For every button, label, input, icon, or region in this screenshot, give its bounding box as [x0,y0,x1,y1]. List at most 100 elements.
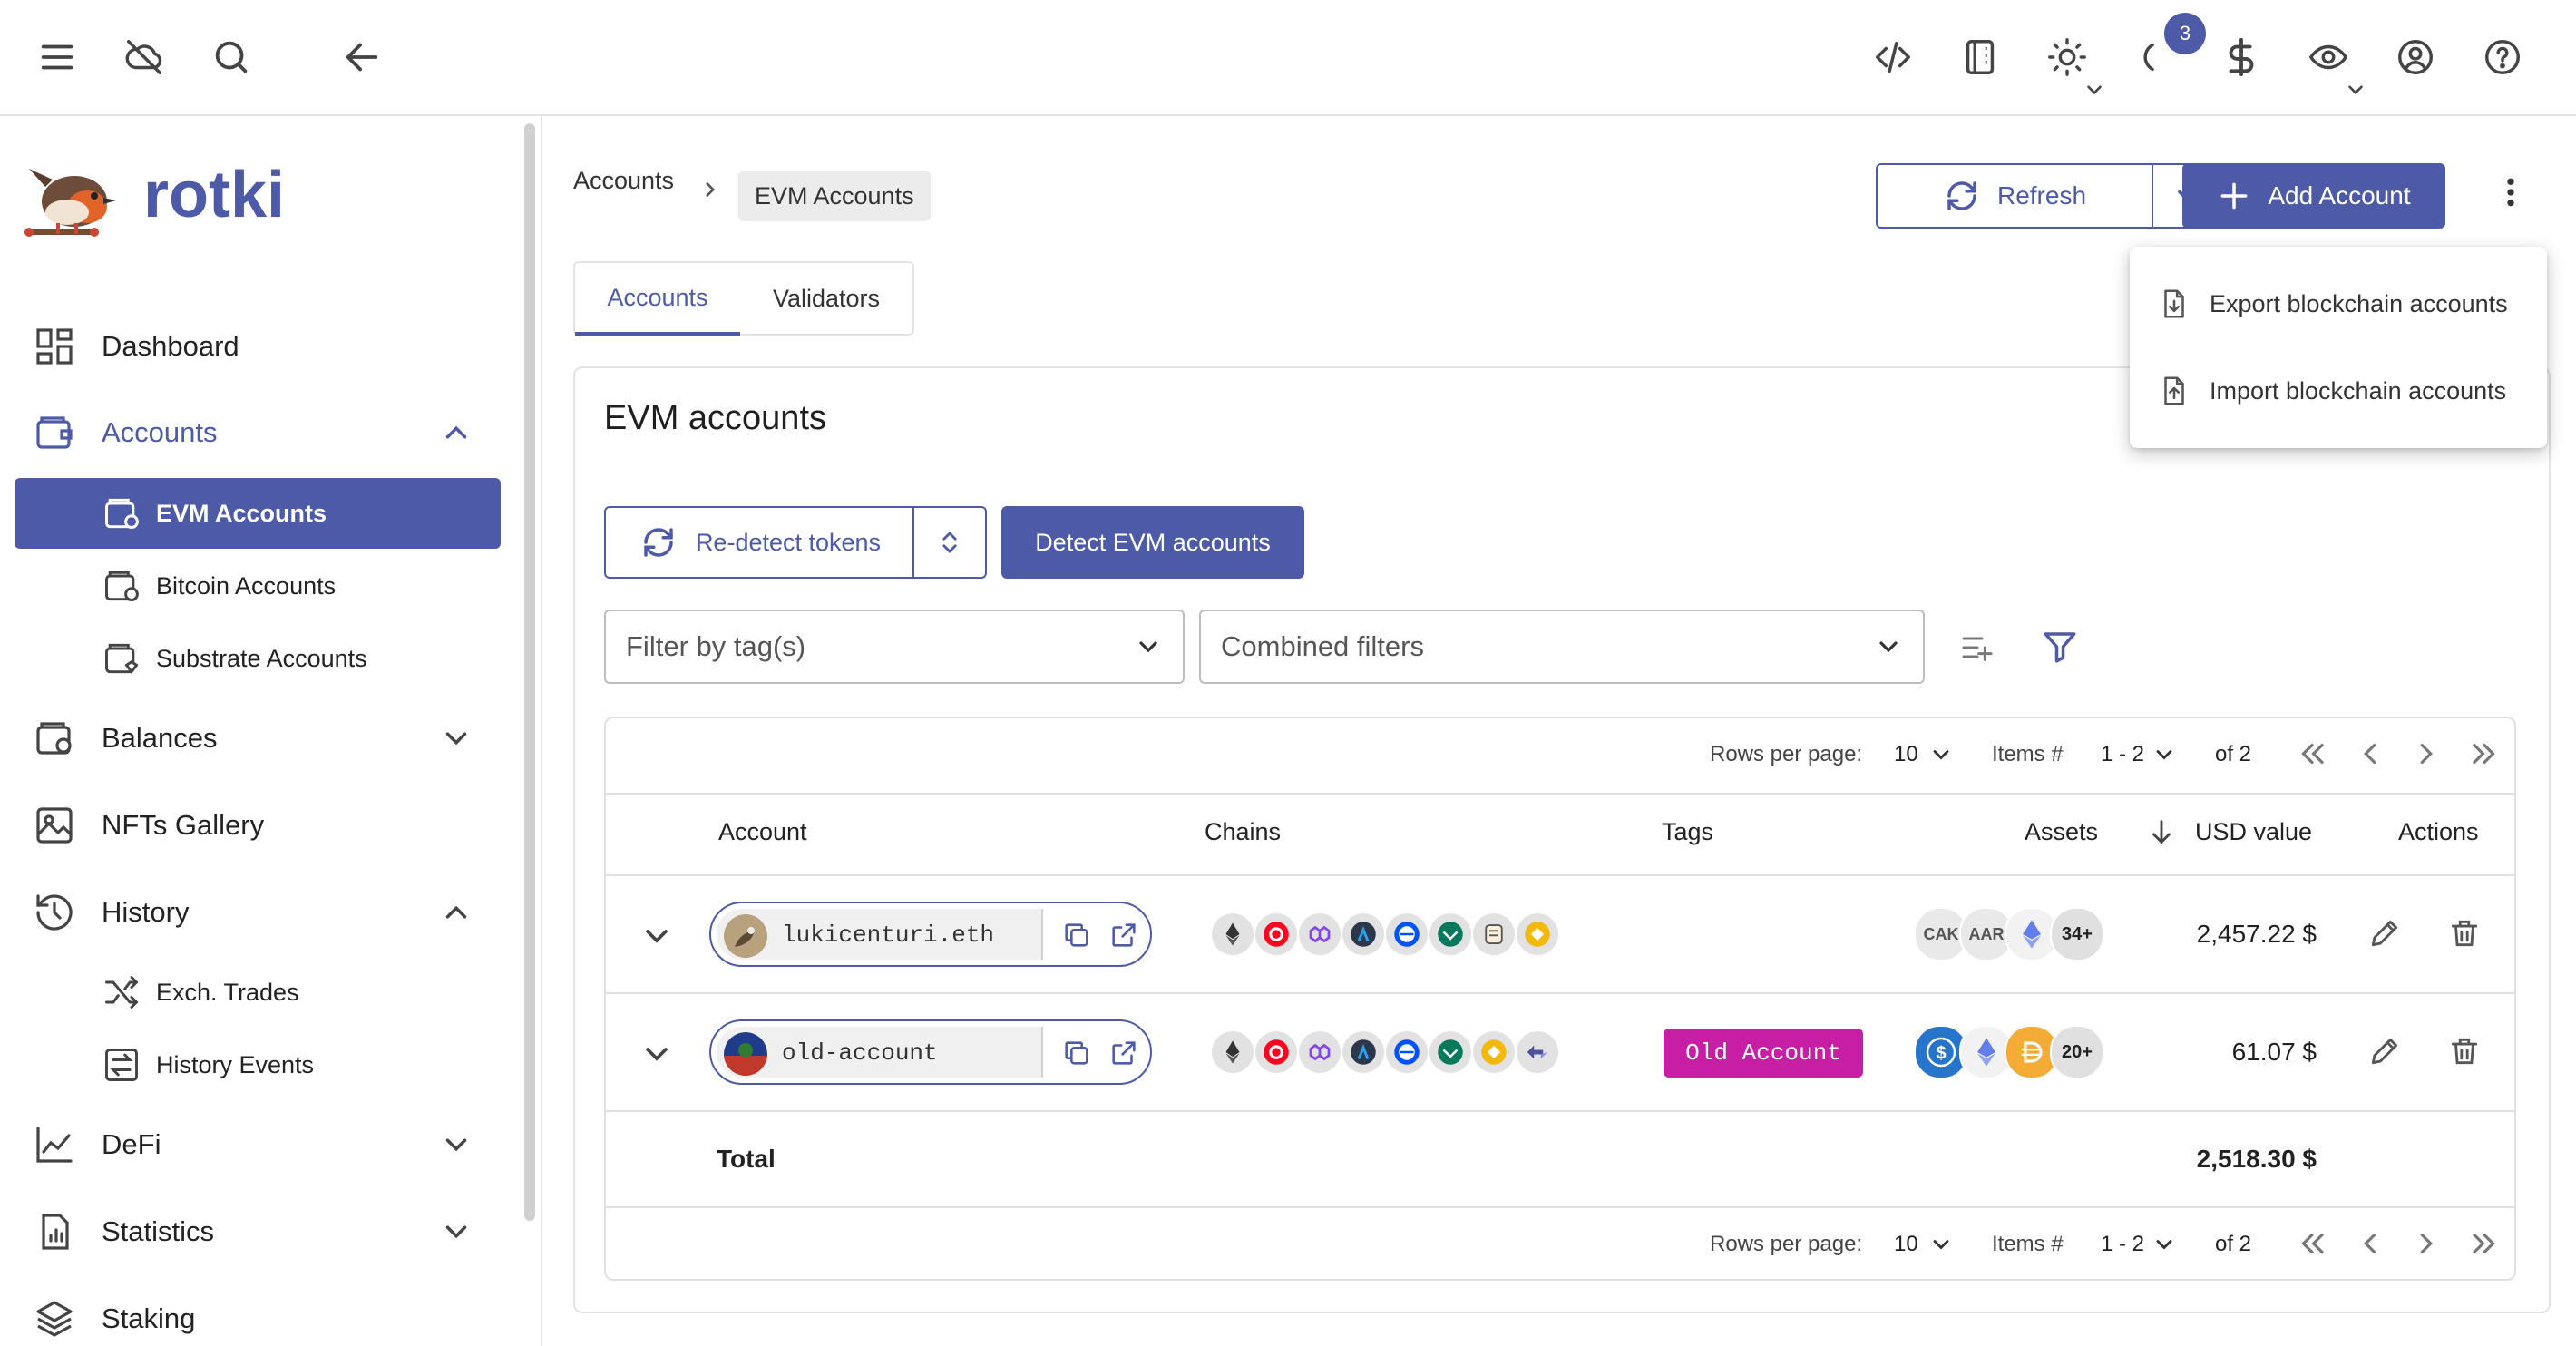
sidebar-item-statistics[interactable]: Statistics [15,1195,501,1268]
add-account-button[interactable]: Add Account [2182,163,2445,229]
chevron-down-icon[interactable] [2152,1232,2177,1257]
rows-per-page-label: Rows per page: [1710,1232,1863,1256]
ethereum-chain-icon [1212,1031,1254,1073]
history-icon [36,894,73,931]
delete-icon[interactable] [2447,916,2482,951]
items-label: Items # [1992,742,2064,766]
eye-icon[interactable] [2302,31,2355,83]
items-range-select[interactable]: 1 - 2 [2101,1232,2144,1257]
first-page-icon[interactable] [2295,1226,2329,1261]
column-header-usd-value[interactable]: USD value [2195,818,2312,846]
sidebar-item-balances[interactable]: Balances [15,702,501,775]
cloud-off-icon[interactable] [118,31,171,83]
sidebar-scrollbar[interactable] [524,123,535,1221]
filter-icon[interactable] [2041,628,2079,666]
more-vert-icon[interactable] [2493,174,2529,218]
sidebar-item-exch-trades[interactable]: Exch. Trades [15,957,501,1028]
filter-list-icon[interactable] [1959,629,1995,666]
next-page-icon[interactable] [2409,1226,2444,1261]
help-icon[interactable] [2476,31,2529,83]
arbitrum-chain-icon [1342,1031,1384,1073]
menu-icon[interactable] [31,31,83,83]
sidebar-item-defi[interactable]: DeFi [15,1108,501,1181]
account-chip[interactable]: old-account [709,1019,1152,1085]
account-circle-icon[interactable] [2389,31,2442,83]
external-link-icon[interactable] [1108,1038,1139,1068]
combined-filters-placeholder: Combined filters [1221,630,1424,662]
wallet-icon [36,416,73,449]
code-icon[interactable] [1867,31,1919,83]
notebook-icon[interactable] [1954,31,2006,83]
previous-page-icon[interactable] [2353,736,2387,771]
chevron-down-icon[interactable] [1928,1232,1954,1257]
sidebar-item-bitcoin-accounts[interactable]: Bitcoin Accounts [15,551,501,621]
column-header-actions: Actions [2398,818,2479,845]
binance-chain-icon [1517,913,1558,955]
rows-per-page-select[interactable]: 10 [1894,1232,1918,1257]
sort-down-arrow-icon[interactable] [2146,816,2177,847]
chevron-down-icon[interactable] [439,1127,473,1162]
filter-tags-select[interactable]: Filter by tag(s) [604,610,1185,684]
redetect-tokens-button[interactable]: Re-detect tokens [604,506,916,579]
copy-icon[interactable] [1061,920,1092,951]
more-assets-badge[interactable]: 34+ [2050,907,2104,961]
chevron-down-icon [1139,641,1157,653]
copy-icon[interactable] [1061,1038,1092,1068]
combined-filters-select[interactable]: Combined filters [1199,610,1925,684]
divider [606,992,2514,994]
chevron-up-icon[interactable] [439,415,473,450]
sidebar-item-dashboard[interactable]: Dashboard [15,310,501,383]
sun-icon[interactable] [2041,31,2093,83]
next-page-icon[interactable] [2409,736,2444,771]
chevron-down-icon[interactable] [2083,78,2106,102]
chevron-up-icon[interactable] [439,895,473,930]
sidebar-item-nfts-gallery[interactable]: NFTs Gallery [15,789,501,862]
breadcrumb-current: EVM Accounts [738,171,931,221]
chevron-down-icon[interactable] [439,721,473,756]
back-arrow-icon[interactable] [336,31,388,83]
delete-icon[interactable] [2447,1034,2482,1068]
redetect-options-button[interactable] [912,506,987,579]
sidebar-item-label: Substrate Accounts [156,644,367,672]
sidebar-item-evm-accounts[interactable]: EVM Accounts [15,478,501,549]
sidebar-item-staking[interactable]: Staking [15,1283,501,1346]
breadcrumb-root[interactable]: Accounts [573,167,674,195]
filter-tags-placeholder: Filter by tag(s) [626,630,806,662]
last-page-icon[interactable] [2467,1226,2502,1261]
items-range-select[interactable]: 1 - 2 [2101,742,2144,767]
refresh-button[interactable]: Refresh [1876,163,2153,229]
account-chip[interactable]: lukicenturi.eth [709,902,1152,967]
export-blockchain-accounts-item[interactable]: Export blockchain accounts [2130,263,2547,345]
detect-evm-accounts-button[interactable]: Detect EVM accounts [1001,506,1304,579]
usd-value: 61.07 $ [2231,1038,2317,1066]
column-header-tags: Tags [1662,818,1714,845]
more-assets-badge[interactable]: 20+ [2050,1025,2104,1079]
first-page-icon[interactable] [2295,736,2329,771]
last-page-icon[interactable] [2467,736,2502,771]
column-header-account[interactable]: Account [718,818,807,846]
chevron-down-icon[interactable] [2152,742,2177,767]
file-download-icon [2164,289,2184,318]
chevron-down-icon[interactable] [2344,78,2367,102]
rows-per-page-select[interactable]: 10 [1894,742,1918,767]
dollar-icon[interactable] [2215,31,2268,83]
search-icon[interactable] [205,31,258,83]
tab-validators[interactable]: Validators [740,263,912,334]
chevron-down-icon[interactable] [1928,742,1954,767]
chevron-down-icon[interactable] [439,1214,473,1249]
tag-chip[interactable]: Old Account [1664,1029,1863,1078]
previous-page-icon[interactable] [2353,1226,2387,1261]
import-blockchain-accounts-item[interactable]: Import blockchain accounts [2130,350,2547,432]
sidebar-item-history-events[interactable]: History Events [15,1029,501,1100]
sidebar-item-history[interactable]: History [15,876,501,949]
tab-accounts[interactable]: Accounts [575,263,740,336]
sidebar-item-accounts[interactable]: Accounts [15,396,501,469]
sidebar-item-substrate-accounts[interactable]: Substrate Accounts [15,623,501,694]
sidebar-item-label: History [102,896,190,928]
expand-row-icon[interactable] [639,918,675,954]
edit-icon[interactable] [2367,916,2402,951]
external-link-icon[interactable] [1108,920,1139,951]
expand-row-icon[interactable] [639,1036,675,1072]
edit-icon[interactable] [2367,1034,2402,1068]
sidebar-item-label: Staking [102,1302,196,1334]
